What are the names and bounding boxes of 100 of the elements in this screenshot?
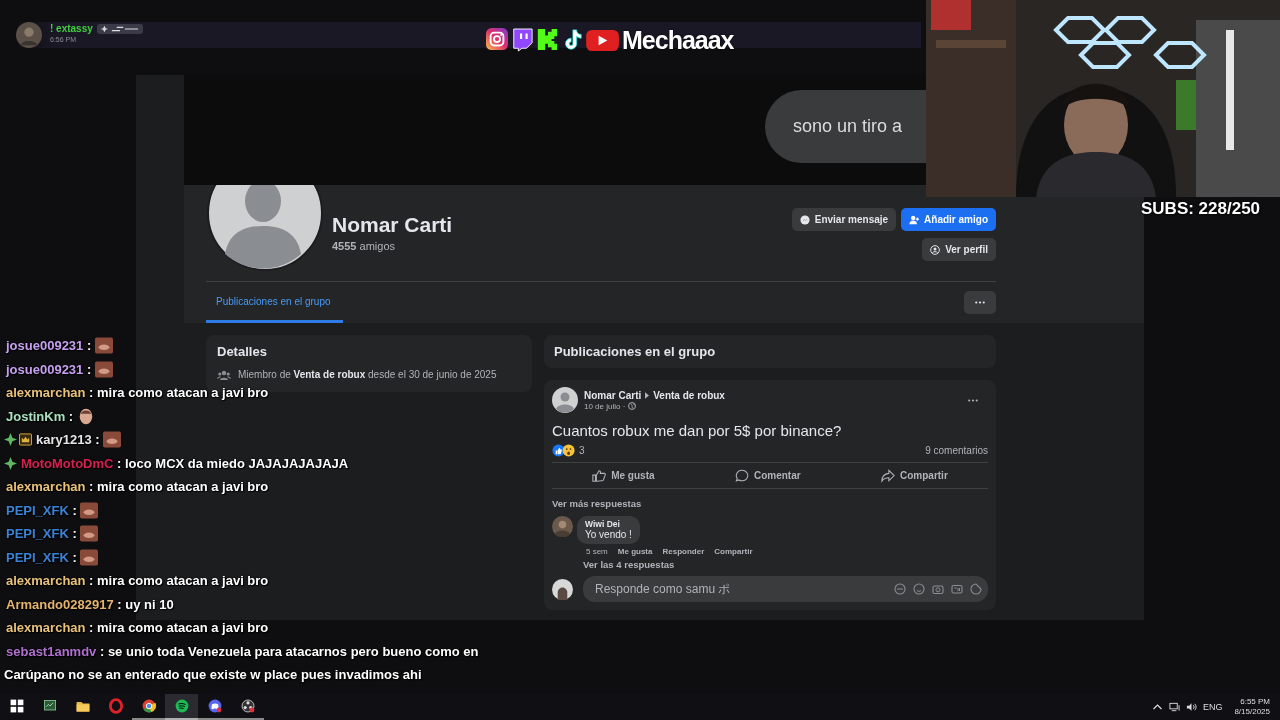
separator-text: : xyxy=(88,620,95,635)
network-icon[interactable] xyxy=(1168,702,1180,712)
add-person-icon xyxy=(909,214,920,225)
emoji-sticker-icon[interactable] xyxy=(894,583,906,595)
chat-message: mira como atacan a javi bro xyxy=(97,385,269,400)
language-indicator[interactable]: ENG xyxy=(1202,702,1223,712)
crown-badge-icon xyxy=(19,433,32,446)
ring-icon xyxy=(107,698,124,714)
chat-bubble-logo-icon xyxy=(511,28,533,52)
membership-text: Miembro de Venta de robux desde el 30 de junio de 2025 xyxy=(238,369,497,380)
recorder-icon xyxy=(239,698,256,714)
emote-icon xyxy=(80,501,99,519)
share-icon xyxy=(881,468,895,483)
like-icon xyxy=(592,468,607,483)
user-avatar-icon xyxy=(552,578,573,600)
separator-text: : xyxy=(116,596,123,612)
comment-author[interactable]: Wiwi Dei xyxy=(585,519,632,529)
comment-count[interactable]: 9 comentarios xyxy=(925,445,988,456)
chat-username[interactable]: PEPI_XFK xyxy=(4,549,69,565)
chat-username[interactable]: MotoMotoDmC xyxy=(19,455,114,471)
comment-action-link[interactable]: Responder xyxy=(662,547,705,556)
more-button[interactable] xyxy=(964,291,996,314)
chat-username[interactable]: josue009231 xyxy=(4,361,84,377)
sticker-icon[interactable] xyxy=(970,583,982,595)
badge-icon xyxy=(96,23,143,34)
comment-text: Yo vendo ! xyxy=(585,529,632,540)
user-avatar-icon xyxy=(16,22,42,48)
chat-username[interactable]: JostinKm xyxy=(4,408,66,424)
emote-icon xyxy=(80,548,99,566)
reply-field[interactable]: Responde como samu ポ xyxy=(583,576,988,602)
chat-username[interactable]: josue009231 xyxy=(4,338,84,353)
view-profile-button[interactable]: Ver perfil xyxy=(922,238,996,261)
windows-icon xyxy=(8,698,25,714)
section-title: Publicaciones en el grupo xyxy=(544,335,996,368)
separator-text: : xyxy=(67,408,75,424)
chat-username[interactable]: Armando0282917 xyxy=(4,596,114,612)
reaction-icons xyxy=(552,444,576,457)
chat-username[interactable]: PEPI_XFK xyxy=(4,526,69,541)
author-link[interactable]: Nomar Carti xyxy=(584,389,642,401)
taskbar-app-button[interactable] xyxy=(165,694,198,720)
gif-icon[interactable] xyxy=(951,583,963,595)
subscriber-counter: SUBS: 228/250 xyxy=(1141,199,1261,219)
chat-message: mira como atacan a javi bro xyxy=(97,573,269,588)
comment-action-link[interactable]: Compartir xyxy=(714,547,753,556)
username: ! extassy xyxy=(50,22,93,35)
view-replies-link[interactable]: Ver las 4 respuestas xyxy=(583,559,753,570)
separator-text: : xyxy=(88,573,95,588)
volume-icon[interactable] xyxy=(1185,702,1197,712)
more-icon xyxy=(975,301,985,304)
separator-text: : xyxy=(88,385,95,400)
chat-message: loco MCX da miedo JAJAJAJAJAJA xyxy=(125,455,349,471)
add-friend-button[interactable]: Añadir amigo xyxy=(901,208,996,231)
chat-app-icon xyxy=(206,698,223,714)
chat-username[interactable]: alexmarchan xyxy=(4,620,86,635)
clock-time[interactable]: 6:55 PM xyxy=(1240,697,1270,707)
messenger-icon xyxy=(799,214,810,225)
emote-icon xyxy=(94,360,113,378)
separator-text: : xyxy=(71,526,78,541)
separator-text: : xyxy=(71,502,78,518)
emoji-icon[interactable] xyxy=(913,583,925,595)
caret-up-icon[interactable] xyxy=(1151,702,1163,712)
sparkle-badge-icon xyxy=(4,456,17,470)
separator-text: : xyxy=(116,455,123,471)
comment-button[interactable]: Comentar xyxy=(728,463,807,488)
comment-icon xyxy=(734,468,749,483)
emote-icon xyxy=(80,525,99,542)
more-replies-link[interactable]: Ver más respuestas xyxy=(552,498,988,509)
group-link[interactable]: Venta de robux xyxy=(653,389,725,401)
chat-username[interactable]: alexmarchan xyxy=(4,573,86,588)
sparkle-badge-icon xyxy=(4,433,17,446)
commenter-avatar-icon xyxy=(552,516,573,537)
message-button[interactable]: Enviar mensaje xyxy=(791,208,897,231)
globe-icon xyxy=(628,402,637,410)
chat-username[interactable]: kary1213 xyxy=(34,432,92,447)
camera-icon[interactable] xyxy=(932,583,944,595)
browser-icon xyxy=(140,698,157,714)
caret-icon xyxy=(645,391,650,399)
separator-text: : xyxy=(88,479,95,494)
separator-text: : xyxy=(71,549,78,565)
monitor-icon xyxy=(41,698,58,714)
friends-count: 4555 xyxy=(332,240,357,252)
post-date: 10 de julio · xyxy=(584,401,626,411)
clock-date[interactable]: 8/15/2025 xyxy=(1234,707,1270,717)
channel-name: Mechaaax xyxy=(622,26,734,54)
tab[interactable]: Publicaciones en el grupo xyxy=(206,282,343,323)
chat-username[interactable]: alexmarchan xyxy=(4,385,86,400)
like-button[interactable]: Me gusta xyxy=(586,463,661,488)
reply-input[interactable]: Responde como samu ポ xyxy=(593,581,894,597)
camera-logo-icon xyxy=(486,28,508,52)
chat-username[interactable]: PEPI_XFK xyxy=(4,502,69,518)
chat-username[interactable]: alexmarchan xyxy=(4,479,86,494)
separator-text: : xyxy=(85,338,93,353)
comment-action-link[interactable]: Me gusta xyxy=(617,547,653,556)
more-icon xyxy=(968,398,978,402)
card-title: Detalles xyxy=(217,343,268,361)
chat-message: mira como atacan a javi bro xyxy=(97,620,269,635)
comment-time: 5 sem xyxy=(586,547,608,556)
share-button[interactable]: Compartir xyxy=(875,463,954,488)
profile-icon xyxy=(930,244,941,255)
people-icon xyxy=(217,369,231,380)
